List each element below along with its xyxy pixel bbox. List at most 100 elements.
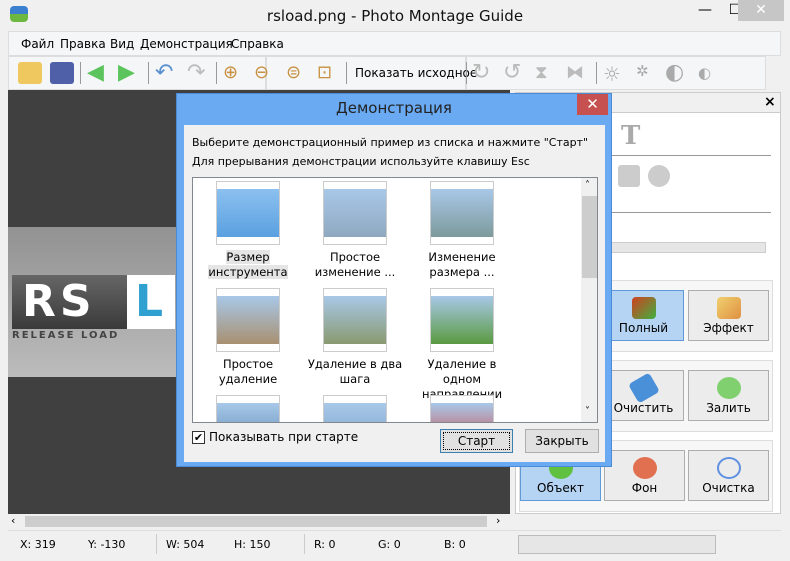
forward-icon[interactable]: ▶ — [118, 62, 142, 84]
full-button[interactable]: Полный — [603, 290, 684, 341]
dialog-title: Демонстрация — [336, 99, 452, 117]
effect-icon — [716, 297, 741, 319]
separator — [466, 62, 467, 84]
demo-item[interactable] — [412, 395, 512, 422]
demo-thumbnail — [430, 288, 494, 352]
demo-item[interactable]: Удаление в одном направлении — [412, 288, 512, 402]
separator — [156, 534, 157, 554]
menu-file[interactable]: Файл — [21, 37, 54, 51]
rotate-cw-icon[interactable]: ↻ — [472, 62, 496, 84]
effect-button[interactable]: Эффект — [688, 290, 769, 341]
fill-icon — [716, 377, 741, 399]
fill-button[interactable]: Залить — [688, 370, 769, 421]
separator — [216, 62, 217, 84]
brightness-up-icon[interactable]: ☼ — [603, 62, 627, 86]
demo-item-label: Простое удаление — [218, 357, 278, 386]
minimize-button[interactable]: — — [690, 0, 720, 21]
scroll-right-icon[interactable]: › — [496, 514, 500, 527]
zoom-out-icon[interactable]: ⊖ — [254, 62, 278, 84]
back-icon[interactable]: ◀ — [87, 62, 111, 84]
demo-item-label: Удаление в два шага — [307, 357, 403, 386]
title-bar: rsload.png - Photo Montage Guide — ☐ ✕ — [0, 0, 790, 32]
contrast-up-icon[interactable]: ◐ — [665, 62, 689, 84]
rotate-ccw-icon[interactable]: ↺ — [503, 62, 527, 84]
demo-item[interactable]: Размер инструмента — [198, 181, 298, 280]
demo-thumbnail — [323, 395, 387, 422]
separator — [346, 62, 347, 84]
menu-view[interactable]: Вид — [110, 37, 134, 51]
demo-item[interactable]: Простое удаление — [198, 288, 298, 387]
erase-button[interactable]: Очистка — [688, 450, 769, 501]
redo-icon[interactable]: ↷ — [187, 62, 211, 84]
contrast-down-icon[interactable]: ◐ — [698, 62, 722, 84]
size-slider[interactable] — [611, 242, 766, 253]
status-y: Y: -130 — [88, 538, 126, 551]
show-on-start-label[interactable]: Показывать при старте — [209, 430, 358, 444]
separator — [596, 62, 597, 84]
undo-icon[interactable]: ↶ — [155, 62, 179, 84]
dialog-close-button[interactable]: ✕ — [577, 94, 608, 115]
vertical-scrollbar[interactable]: ˄ ˅ — [581, 178, 597, 422]
eraser-icon — [627, 372, 660, 404]
scrollbar-thumb[interactable] — [582, 196, 597, 278]
status-x: X: 319 — [20, 538, 56, 551]
demo-thumbnail — [216, 395, 280, 422]
cap-gear-icon[interactable] — [648, 165, 670, 187]
close-button[interactable]: ✕ — [738, 0, 784, 21]
erase-icon — [716, 457, 741, 479]
logo: L — [127, 275, 175, 329]
zoom-actual-icon[interactable]: ⊡ — [317, 62, 341, 84]
open-icon[interactable] — [18, 62, 42, 84]
menu-demo[interactable]: Демонстрация — [140, 37, 233, 51]
status-bar: X: 319 Y: -130 W: 504 H: 150 R: 0 G: 0 B… — [8, 530, 781, 555]
scrollbar-thumb[interactable] — [25, 516, 487, 527]
menu-help[interactable]: Справка — [231, 37, 284, 51]
progress-bar — [518, 535, 716, 554]
demo-item-label: Изменение размера ... — [428, 250, 496, 279]
zoom-in-icon[interactable]: ⊕ — [223, 62, 247, 84]
separator — [80, 62, 81, 84]
horizontal-scrollbar[interactable]: ‹ › — [8, 514, 510, 529]
status-b: B: 0 — [444, 538, 466, 551]
show-on-start-checkbox[interactable]: ✔ — [192, 431, 205, 444]
demo-thumbnail — [430, 395, 494, 422]
demo-thumbnail — [216, 181, 280, 245]
instruction-text: Выберите демонстрационный пример из спис… — [192, 136, 589, 149]
demo-thumbnail — [216, 288, 280, 352]
status-r: R: 0 — [314, 538, 336, 551]
demo-list[interactable]: Размер инструмента Простое изменение ... И… — [192, 177, 598, 423]
text-tool-icon[interactable]: T — [621, 121, 640, 151]
menu-edit[interactable]: Правка — [60, 37, 106, 51]
demo-item[interactable]: Изменение размера ... — [412, 181, 512, 280]
scroll-left-icon[interactable]: ‹ — [11, 514, 15, 527]
full-icon — [631, 297, 656, 319]
show-original-button[interactable]: Показать исходное — [355, 66, 477, 80]
scroll-down-icon[interactable]: ˅ — [585, 406, 590, 417]
demo-item-label: Простое изменение ... — [314, 250, 396, 279]
demo-item[interactable] — [198, 395, 298, 422]
demo-item[interactable]: Простое изменение ... — [305, 181, 405, 280]
flip-vertical-icon[interactable]: ⧗ — [535, 62, 559, 84]
zoom-fit-icon[interactable]: ⊜ — [286, 62, 310, 84]
cap-icon[interactable] — [618, 165, 640, 187]
panel-close-button[interactable]: × — [764, 94, 776, 110]
logo-subtitle: RELEASE LOAD — [12, 330, 120, 341]
menu-bar: Файл Правка Вид Демонстрация Справка — [8, 31, 781, 56]
logo: RS — [12, 275, 127, 329]
clear-button[interactable]: Очистить — [603, 370, 684, 421]
save-icon[interactable] — [50, 62, 74, 84]
demo-dialog: Демонстрация ✕ Выберите демонстрационный… — [176, 93, 612, 467]
demo-item[interactable]: Удаление в два шага — [305, 288, 405, 387]
window-title: rsload.png - Photo Montage Guide — [266, 7, 524, 25]
flip-horizontal-icon[interactable]: ⧓ — [566, 62, 590, 84]
close-dialog-button[interactable]: Закрыть — [525, 429, 599, 453]
start-button[interactable]: Старт — [440, 429, 513, 453]
divider — [611, 212, 771, 213]
status-g: G: 0 — [378, 538, 401, 551]
demo-thumbnail — [323, 181, 387, 245]
background-button[interactable]: Фон — [604, 450, 685, 501]
demo-thumbnail — [323, 288, 387, 352]
scroll-up-icon[interactable]: ˄ — [585, 180, 590, 191]
demo-item[interactable] — [305, 395, 405, 422]
brightness-down-icon[interactable]: ✲ — [636, 62, 660, 84]
